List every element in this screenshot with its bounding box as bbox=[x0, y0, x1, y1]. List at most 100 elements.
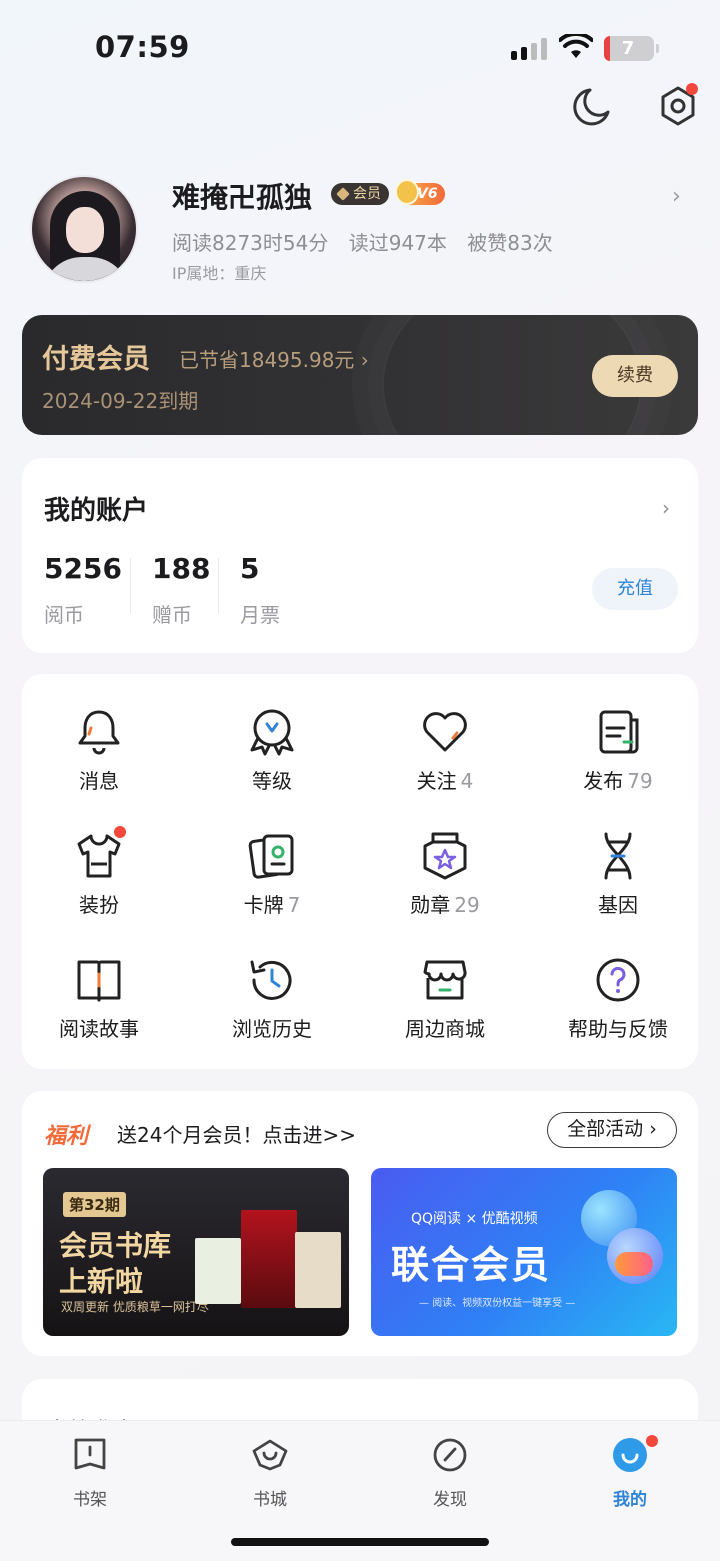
coins-label: 阅币 bbox=[44, 603, 84, 627]
grid-item-shop[interactable]: 周边商城 bbox=[360, 954, 530, 1064]
account-title: 我的账户 bbox=[44, 496, 149, 526]
youku-play-shape bbox=[615, 1252, 653, 1276]
grid-label: 浏览历史 bbox=[232, 1017, 312, 1041]
status-time: 07:59 bbox=[95, 30, 190, 64]
grid-label: 装扮 bbox=[79, 893, 119, 917]
grid-label: 基因 bbox=[598, 893, 638, 917]
grid-item-following[interactable]: 关注 4 bbox=[360, 706, 530, 816]
cards-icon bbox=[248, 834, 294, 879]
grid-label: 关注 bbox=[416, 769, 457, 793]
grid-item-reading-stories[interactable]: 阅读故事 bbox=[14, 954, 184, 1064]
grid-item-medals[interactable]: 勋章 29 bbox=[360, 830, 530, 940]
battery-icon: 7 bbox=[604, 36, 659, 61]
banner-joint-membership[interactable]: QQ阅读 × 优酷视频 联合会员 — 阅读、视频双份权益一键享受 — bbox=[371, 1168, 677, 1336]
tab-label: 我的 bbox=[613, 1490, 647, 1510]
dressup-notification-dot bbox=[114, 826, 126, 838]
grid-label: 发布 bbox=[583, 769, 624, 793]
level-badge[interactable]: V6 bbox=[395, 179, 445, 205]
wifi-icon bbox=[559, 34, 593, 58]
book-cover-image bbox=[295, 1232, 341, 1308]
renew-button[interactable]: 续费 bbox=[592, 355, 678, 397]
member-badge[interactable]: 会员 bbox=[331, 183, 389, 205]
tab-label: 发现 bbox=[433, 1490, 467, 1510]
medal-icon bbox=[423, 832, 467, 880]
home-indicator[interactable] bbox=[231, 1538, 489, 1546]
divider bbox=[130, 558, 131, 614]
welfare-promo-link[interactable]: 送24个月会员！点击进>> bbox=[117, 1119, 356, 1148]
reading-time: 阅读8273时54分 bbox=[172, 231, 329, 255]
grid-label: 勋章 bbox=[410, 893, 451, 917]
tab-label: 书城 bbox=[253, 1490, 287, 1510]
tab-label: 书架 bbox=[73, 1490, 107, 1510]
tab-discover[interactable]: 发现 bbox=[390, 1435, 510, 1510]
signal-icon bbox=[511, 38, 547, 60]
grid-label: 阅读故事 bbox=[59, 1017, 139, 1041]
grid-count: 79 bbox=[627, 769, 653, 793]
settings-notification-dot bbox=[686, 83, 698, 95]
grid-item-publish[interactable]: 发布 79 bbox=[533, 706, 703, 816]
banner-member-library[interactable]: 第32期 会员书库 上新啦 双周更新 优质粮草一网打尽 bbox=[43, 1168, 349, 1336]
book-cover-image bbox=[195, 1238, 241, 1304]
dna-icon bbox=[604, 832, 632, 880]
banner-title-line1: 会员书库 bbox=[59, 1229, 172, 1262]
welfare-tag: 福利 bbox=[44, 1124, 89, 1149]
likes-count: 被赞83次 bbox=[467, 231, 553, 255]
me-notification-dot bbox=[646, 1435, 658, 1447]
tab-bookstore[interactable]: 书城 bbox=[210, 1435, 330, 1510]
book-icon bbox=[77, 960, 121, 1002]
grid-item-history[interactable]: 浏览历史 bbox=[187, 954, 357, 1064]
vip-expiry: 2024-09-22到期 bbox=[42, 389, 199, 413]
banner-joint-title: 联合会员 bbox=[391, 1243, 552, 1287]
vip-saved[interactable]: 已节省18495.98元 › bbox=[179, 344, 369, 373]
avatar[interactable] bbox=[30, 175, 138, 283]
monthly-tickets-label: 月票 bbox=[240, 603, 280, 627]
discover-icon bbox=[433, 1438, 467, 1472]
divider bbox=[218, 558, 219, 614]
grid-count: 4 bbox=[460, 769, 474, 793]
history-icon bbox=[250, 960, 292, 1000]
gift-coins-value: 188 bbox=[152, 552, 211, 585]
grid-item-dressup[interactable]: 装扮 bbox=[14, 826, 184, 940]
member-badge-icon bbox=[336, 187, 350, 201]
banner-title-line2: 上新啦 bbox=[59, 1265, 144, 1298]
account-chevron-icon[interactable]: › bbox=[662, 496, 670, 520]
recharge-button[interactable]: 充值 bbox=[592, 568, 678, 610]
username[interactable]: 难掩卍孤独 bbox=[172, 176, 312, 216]
grid-item-cards[interactable]: 卡牌 7 bbox=[187, 830, 357, 940]
tab-me[interactable]: 我的 bbox=[570, 1435, 690, 1510]
publish-icon bbox=[599, 710, 639, 754]
profile-chevron-icon[interactable]: › bbox=[672, 184, 681, 209]
grid-label: 卡牌 bbox=[243, 893, 284, 917]
tab-bookshelf[interactable]: 书架 bbox=[30, 1435, 150, 1510]
shop-icon bbox=[423, 960, 467, 1000]
grid-label: 周边商城 bbox=[405, 1017, 485, 1041]
level-badge-label: V6 bbox=[417, 186, 438, 202]
vip-card[interactable]: 付费会员 已节省18495.98元 › 2024-09-22到期 续费 bbox=[22, 315, 698, 435]
banner-joint-subtitle: — 阅读、视频双份权益一键享受 — bbox=[419, 1298, 576, 1309]
level-icon bbox=[250, 709, 294, 756]
member-badge-label: 会员 bbox=[353, 186, 381, 202]
gift-coins-label: 赠币 bbox=[152, 603, 192, 627]
grid-label: 帮助与反馈 bbox=[568, 1017, 668, 1041]
level-badge-icon bbox=[395, 179, 419, 205]
banner-subtitle: 双周更新 优质粮草一网打尽 bbox=[61, 1300, 209, 1314]
grid-item-help[interactable]: 帮助与反馈 bbox=[533, 954, 703, 1064]
monthly-tickets-value: 5 bbox=[240, 552, 260, 585]
grid-label: 消息 bbox=[79, 769, 119, 793]
all-activities-button[interactable]: 全部活动 › bbox=[547, 1112, 677, 1148]
grid-count: 7 bbox=[287, 893, 301, 917]
banner-partner-line: QQ阅读 × 优酷视频 bbox=[411, 1211, 538, 1227]
bookstore-icon bbox=[252, 1439, 288, 1471]
bookshelf-icon bbox=[74, 1438, 106, 1470]
account-card[interactable]: 我的账户 › 5256 阅币 188 赠币 5 月票 充值 bbox=[22, 458, 698, 653]
ip-location: IP属地：重庆 bbox=[172, 264, 267, 283]
grid-item-level[interactable]: 等级 bbox=[187, 706, 357, 816]
grid-item-gene[interactable]: 基因 bbox=[533, 830, 703, 940]
grid-item-messages[interactable]: 消息 bbox=[14, 706, 184, 816]
me-icon bbox=[613, 1438, 647, 1472]
help-icon bbox=[596, 958, 640, 1002]
welfare-card: 福利 送24个月会员！点击进>> 全部活动 › 第32期 会员书库 上新啦 双周… bbox=[22, 1091, 698, 1356]
coins-value: 5256 bbox=[44, 552, 122, 585]
battery-level: 7 bbox=[621, 38, 635, 59]
moon-icon[interactable] bbox=[570, 86, 612, 128]
